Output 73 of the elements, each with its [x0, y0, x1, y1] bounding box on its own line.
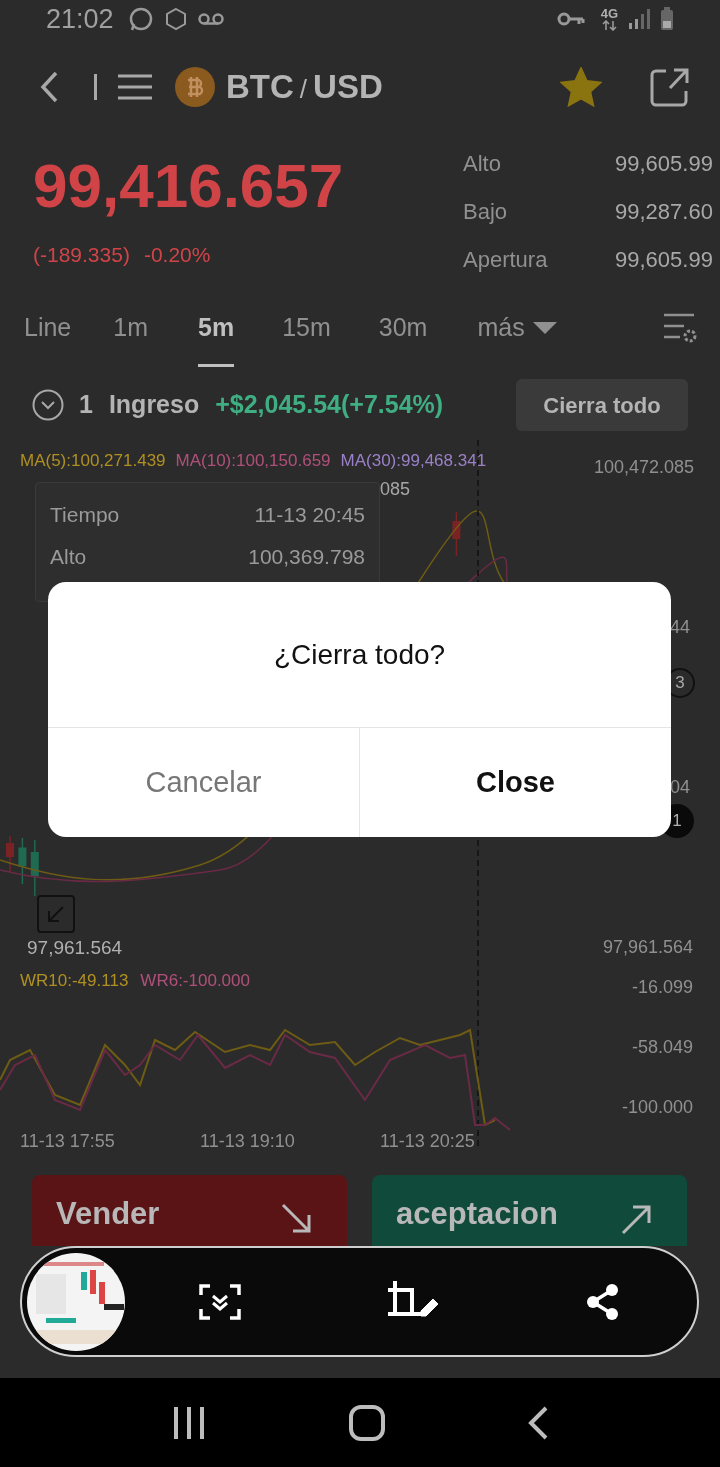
tooltip-label: Alto: [50, 543, 87, 570]
position-label: Ingreso: [108, 389, 200, 421]
stat-value: 99,605.99: [615, 245, 713, 274]
wr-value: WR6:-100.000: [140, 970, 250, 992]
symbol-quote: USD: [313, 66, 383, 107]
battery-icon: [660, 7, 674, 31]
candle: [6, 835, 14, 873]
menu-icon[interactable]: [118, 72, 152, 101]
network-type: 4G: [600, 7, 618, 20]
timeframe-tab[interactable]: más: [477, 285, 557, 370]
stat-label: Bajo: [463, 197, 509, 226]
symbol-base: BTC: [226, 66, 294, 107]
chat-bubble-icon: [127, 6, 154, 32]
scroll-capture-icon[interactable]: [198, 1283, 241, 1320]
recent-apps-icon[interactable]: [171, 1406, 206, 1439]
price-marker: 97,961.564: [27, 936, 123, 960]
stat-value: 99,287.60: [615, 197, 713, 226]
dialog-title: ¿Cierra todo?: [272, 637, 447, 672]
stat-label: Alto: [463, 149, 502, 178]
timeframe-tab[interactable]: 1m: [113, 285, 148, 370]
signal-icon: [628, 9, 650, 29]
ma-value: MA(10):100,150.659: [175, 450, 331, 472]
close-all-button[interactable]: Cierra todo: [516, 379, 688, 431]
time-label: 11-13 20:25: [380, 1130, 475, 1153]
dialog-button[interactable]: Close: [359, 728, 671, 837]
chart-settings-icon[interactable]: [662, 311, 698, 344]
time-label: 11-13 19:10: [200, 1130, 295, 1153]
ma-value: MA(5):100,271.439: [20, 450, 166, 472]
timeframe-tab[interactable]: 30m: [378, 285, 428, 370]
axis-label: 04: [670, 776, 691, 799]
candle: [452, 511, 461, 557]
back-icon[interactable]: [528, 1405, 549, 1440]
caret-icon: [532, 321, 557, 334]
status-time: 21:02: [46, 2, 114, 36]
time-label: 11-13 17:55: [20, 1130, 115, 1153]
wr-value: WR10:-49.113: [20, 970, 129, 992]
price-change-percent: -0.20%: [143, 242, 211, 268]
stat-label: Apertura: [463, 245, 549, 274]
axis-label: 100,472.085: [593, 456, 694, 479]
timeframe-tab[interactable]: Line: [24, 285, 72, 370]
collapse-icon[interactable]: [32, 389, 64, 421]
tooltip-label: Tiempo: [50, 502, 120, 528]
stat-value: 99,605.99: [615, 149, 713, 178]
home-icon[interactable]: [349, 1404, 385, 1441]
tooltip-value: 100,369.798: [248, 543, 365, 570]
coin-icon: [174, 65, 216, 108]
trade-button[interactable]: aceptacion: [372, 1175, 687, 1246]
axis-label: 97,961.564: [602, 936, 693, 959]
axis-label: -100.000: [621, 1096, 693, 1119]
hexagon-icon: [163, 7, 188, 31]
candle: [18, 837, 27, 885]
dialog-button[interactable]: Cancelar: [48, 728, 359, 837]
key-icon: [556, 11, 585, 27]
axis-label: -16.099: [631, 976, 693, 999]
position-count: 1: [79, 389, 93, 421]
tooltip-value: 11-13 20:45: [254, 502, 365, 528]
price: 99,416.657: [33, 155, 345, 217]
back-icon[interactable]: [40, 70, 60, 103]
axis-label: -58.049: [631, 1036, 693, 1059]
data-arrows-icon: [601, 20, 617, 31]
trade-button[interactable]: Vender: [32, 1175, 347, 1246]
symbol-separator: /: [299, 72, 308, 106]
price-change: (-189.335): [33, 242, 130, 268]
ma-value: MA(30):99,468.341: [340, 450, 487, 472]
axis-label: 44: [670, 616, 691, 639]
timeframe-tab[interactable]: 15m: [282, 285, 331, 370]
timeframe-tab[interactable]: 5m: [198, 285, 235, 370]
price-marker: 085: [380, 478, 411, 501]
share-icon[interactable]: [586, 1283, 621, 1320]
voicemail-icon: [197, 11, 224, 27]
star-icon[interactable]: [560, 66, 602, 107]
profit-value: +$2,045.54(+7.54%): [215, 389, 444, 421]
candle: [30, 839, 39, 897]
